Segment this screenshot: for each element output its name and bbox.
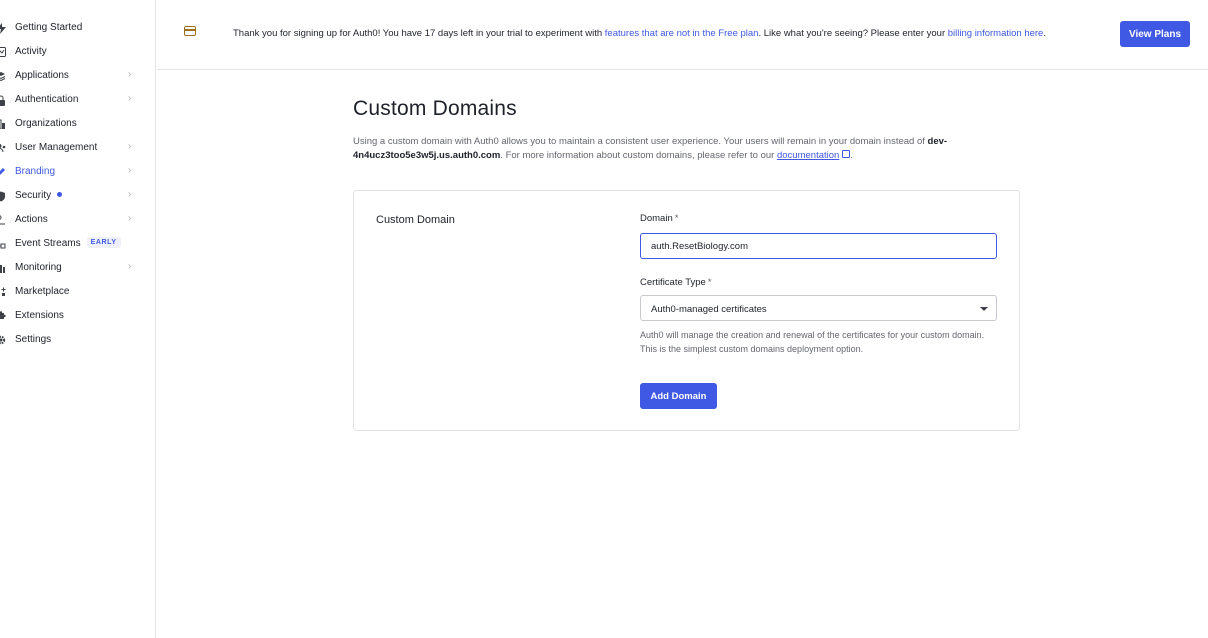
sidebar-item-activity[interactable]: Activity [0,40,156,64]
domain-input[interactable] [640,233,997,259]
sidebar-item-label: Applications [15,70,69,81]
sidebar-item-label: Marketplace [15,286,70,297]
sidebar-item-user-management[interactable]: User Management › [0,136,156,160]
sidebar-item-branding[interactable]: Branding › [0,160,156,184]
sidebar-item-label: Security [15,190,63,201]
sidebar-item-label: Settings [15,334,52,345]
trial-banner: Thank you for signing up for Auth0! You … [157,0,1208,70]
documentation-link[interactable]: documentation [777,150,839,161]
sidebar-item-label: Branding [15,166,56,177]
required-mark: * [674,213,679,224]
notification-dot [57,191,63,197]
sidebar-item-organizations[interactable]: Organizations [0,112,156,136]
sidebar-item-extensions[interactable]: Extensions [0,304,156,328]
sidebar-item-applications[interactable]: Applications › [0,64,156,88]
page-title: Custom Domains [353,97,517,120]
external-link-icon [842,150,851,159]
bar-chart-icon [0,262,6,274]
chevron-right-icon: › [128,141,132,152]
sidebar-nav: Getting Started Activity Applications › … [0,16,156,352]
actions-icon [0,214,6,226]
chevron-right-icon: › [128,189,132,200]
chevron-right-icon: › [128,69,132,80]
sidebar-item-label: User Management [15,142,98,153]
building-icon [0,118,6,130]
certificate-type-select[interactable]: Auth0-managed certificates [640,295,997,321]
card-title: Custom Domain [376,214,455,226]
activity-icon [0,46,6,58]
billing-information-link[interactable]: billing information here [948,28,1044,39]
sidebar-item-label: Actions [15,214,48,225]
free-plan-features-link[interactable]: features that are not in the Free plan [605,28,759,39]
chevron-right-icon: › [128,261,132,272]
certificate-help-text: Auth0 will manage the creation and renew… [640,330,985,354]
shield-icon [0,190,6,202]
sidebar-item-label: Getting Started [15,22,83,33]
sidebar-item-getting-started[interactable]: Getting Started [0,16,156,40]
sidebar-item-event-streams[interactable]: Event Streams EARLY [0,232,156,256]
trial-message: Thank you for signing up for Auth0! You … [233,28,1046,39]
sidebar: Getting Started Activity Applications › … [0,0,156,638]
sidebar-item-monitoring[interactable]: Monitoring › [0,256,156,280]
early-badge: EARLY [86,237,121,248]
sidebar-item-label: Monitoring [15,262,62,273]
required-mark: * [707,277,712,288]
users-icon [0,142,6,154]
gear-icon [0,334,6,346]
chevron-right-icon: › [128,93,132,104]
grid-plus-icon [0,286,6,298]
sidebar-item-label: Event Streams EARLY [15,237,121,249]
certificate-type-label: Certificate Type * [640,277,712,288]
stream-icon [0,238,6,250]
caret-down-icon [980,307,988,311]
add-domain-button[interactable]: Add Domain [640,383,717,409]
credit-card-icon [184,26,196,36]
certificate-type-value: Auth0-managed certificates [651,304,767,315]
custom-domain-card: Custom Domain Domain* Certificate Type* … [353,190,1020,431]
page-description: Using a custom domain with Auth0 allows … [353,136,948,161]
sidebar-item-authentication[interactable]: Authentication › [0,88,156,112]
sidebar-item-marketplace[interactable]: Marketplace [0,280,156,304]
layers-icon [0,70,6,82]
lock-icon [0,94,6,106]
sidebar-item-actions[interactable]: Actions › [0,208,156,232]
view-plans-button[interactable]: View Plans [1120,21,1190,47]
puzzle-icon [0,310,6,322]
sidebar-item-security[interactable]: Security › [0,184,156,208]
domain-label: Domain * [640,213,679,224]
sidebar-item-settings[interactable]: Settings [0,328,156,352]
bolt-icon [0,22,6,34]
pen-icon [0,166,6,178]
chevron-right-icon: › [128,213,132,224]
sidebar-item-label: Organizations [15,118,77,129]
sidebar-item-label: Authentication [15,94,79,105]
sidebar-item-label: Extensions [15,310,64,321]
chevron-right-icon: › [128,165,132,176]
sidebar-item-label: Activity [15,46,47,57]
